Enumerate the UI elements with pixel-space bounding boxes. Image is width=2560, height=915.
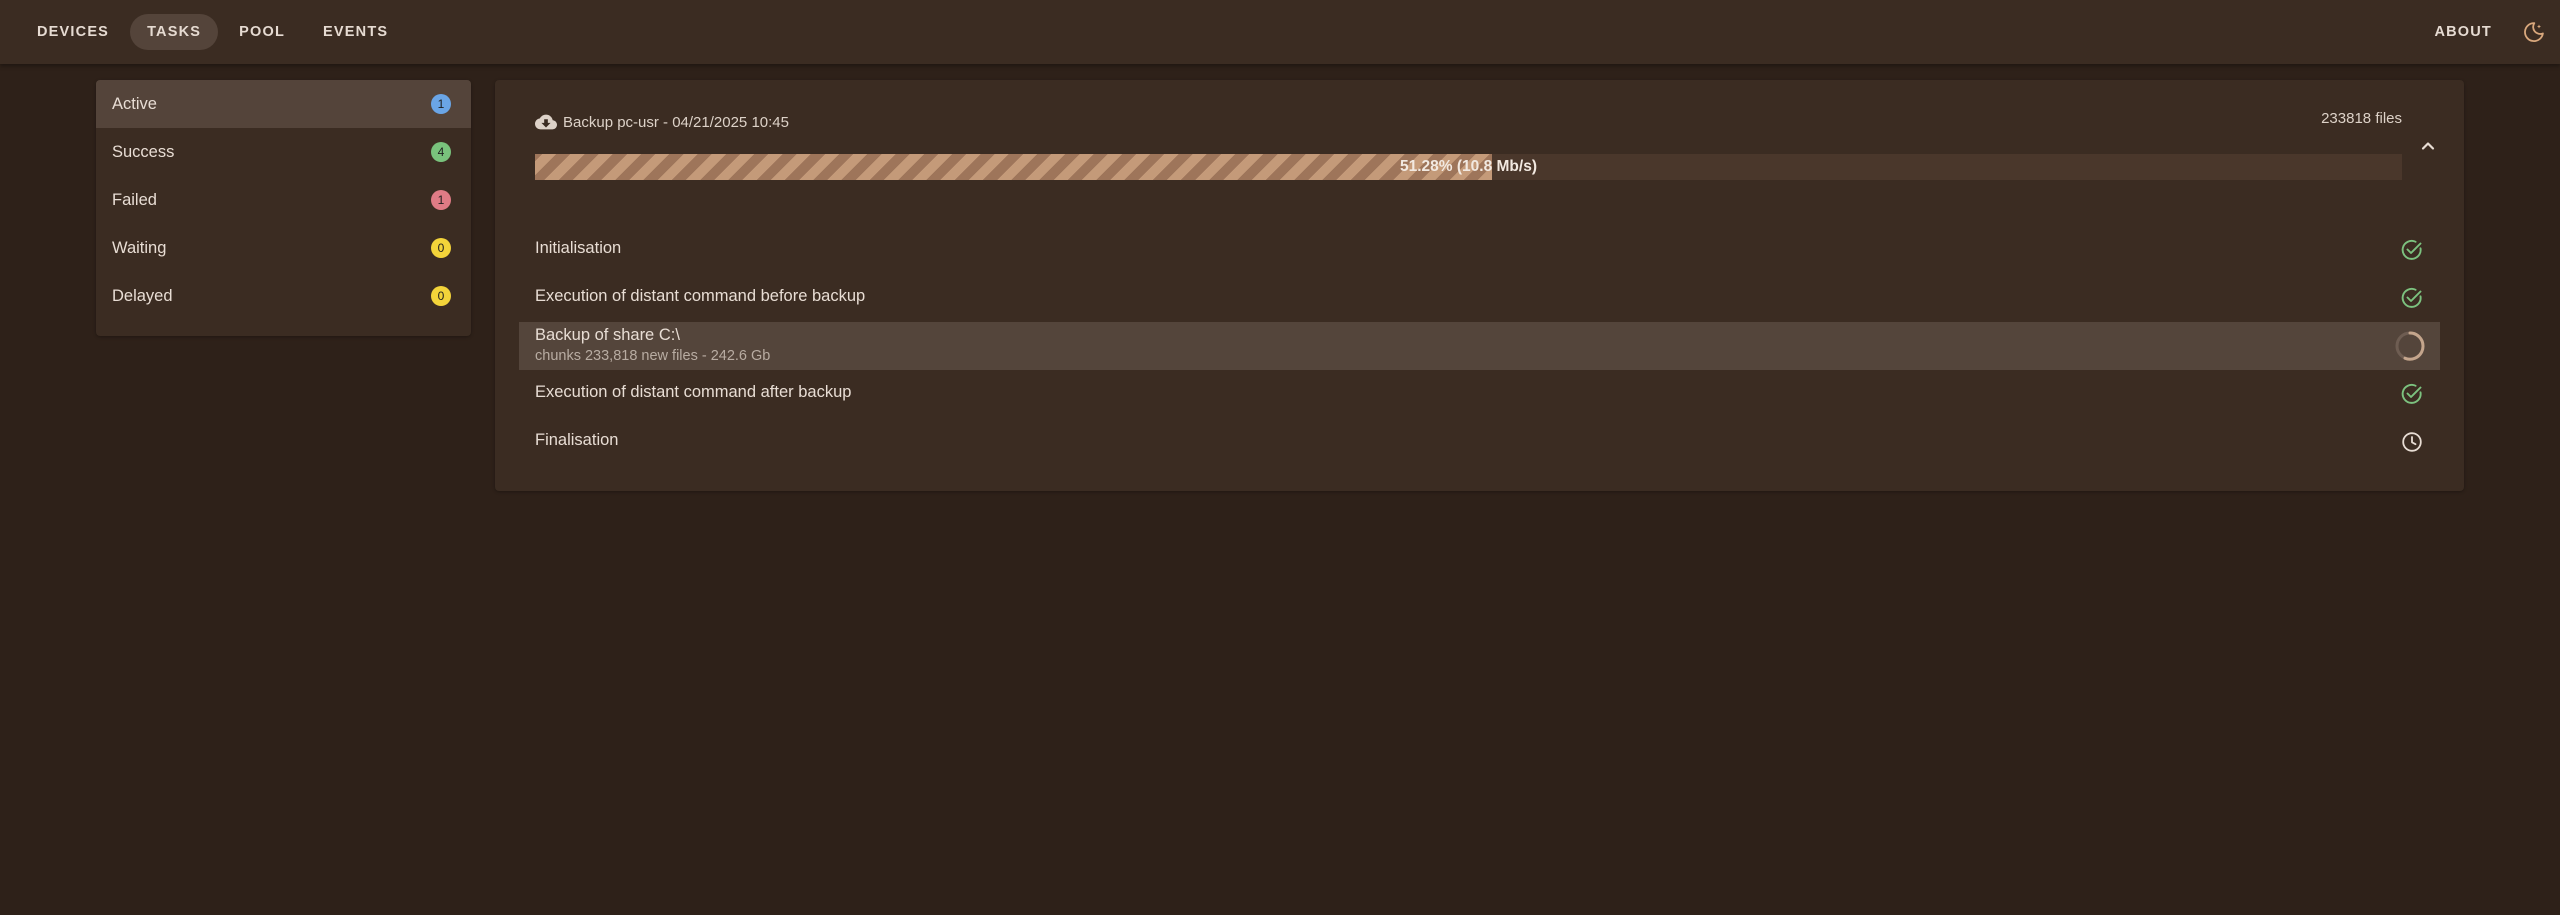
sidebar-item-active[interactable]: Active 1 (96, 80, 471, 128)
step-post-command[interactable]: Execution of distant command after backu… (519, 370, 2440, 418)
count-badge: 0 (431, 286, 451, 306)
check-circle-icon (2401, 287, 2422, 308)
sidebar-item-label: Delayed (112, 287, 173, 305)
step-title: Execution of distant command before back… (535, 287, 866, 305)
sidebar-item-failed[interactable]: Failed 1 (96, 176, 471, 224)
check-circle-icon (2401, 239, 2422, 260)
main-nav: DEVICES TASKS POOL EVENTS (20, 14, 405, 50)
files-count: 233818 files (2321, 110, 2402, 127)
sidebar-item-success[interactable]: Success 4 (96, 128, 471, 176)
collapse-button[interactable] (2416, 134, 2440, 158)
check-circle-icon (2401, 383, 2422, 404)
cloud-download-icon (535, 114, 557, 130)
task-steps-list: Initialisation Execution of distant comm… (519, 226, 2440, 466)
step-title: Execution of distant command after backu… (535, 383, 852, 401)
step-title: Finalisation (535, 431, 619, 449)
nav-events[interactable]: EVENTS (306, 14, 405, 50)
sidebar-item-label: Success (112, 143, 175, 161)
count-badge: 1 (431, 94, 451, 114)
sidebar-item-waiting[interactable]: Waiting 0 (96, 224, 471, 272)
step-backup-share[interactable]: Backup of share C:\ chunks 233,818 new f… (519, 322, 2440, 370)
task-header: Backup pc-usr - 04/21/2025 10:45 (535, 110, 789, 134)
task-status-sidebar: Active 1 Success 4 Failed 1 Waiting 0 De… (96, 80, 471, 336)
step-pre-command[interactable]: Execution of distant command before back… (519, 274, 2440, 322)
nav-devices[interactable]: DEVICES (20, 14, 126, 50)
sidebar-item-label: Active (112, 95, 157, 113)
backup-progress-bar: 51.28% (10.8 Mb/s) (535, 154, 2402, 180)
step-title: Initialisation (535, 239, 622, 257)
step-title: Backup of share C:\ (535, 326, 680, 344)
nav-tasks[interactable]: TASKS (130, 14, 219, 50)
count-badge: 1 (431, 190, 451, 210)
about-button[interactable]: ABOUT (2424, 14, 2502, 50)
nav-pool[interactable]: POOL (222, 14, 302, 50)
sidebar-item-delayed[interactable]: Delayed 0 (96, 272, 471, 320)
step-initialisation[interactable]: Initialisation (519, 226, 2440, 274)
clock-icon (2402, 432, 2422, 452)
task-detail-panel: Backup pc-usr - 04/21/2025 10:45 233818 … (495, 80, 2464, 491)
task-title: Backup pc-usr - 04/21/2025 10:45 (563, 113, 789, 131)
moon-icon (2524, 22, 2544, 42)
loading-spinner-icon (2395, 331, 2425, 361)
progress-label: 51.28% (10.8 Mb/s) (1400, 158, 1537, 175)
sidebar-item-label: Failed (112, 191, 157, 209)
chevron-up-icon (2421, 142, 2435, 150)
theme-toggle-button[interactable] (2522, 20, 2546, 44)
count-badge: 4 (431, 142, 451, 162)
top-app-bar: DEVICES TASKS POOL EVENTS ABOUT (0, 0, 2560, 64)
sidebar-item-label: Waiting (112, 239, 167, 257)
count-badge: 0 (431, 238, 451, 258)
step-subtitle: chunks 233,818 new files - 242.6 Gb (535, 348, 771, 364)
step-finalisation[interactable]: Finalisation (519, 418, 2440, 466)
